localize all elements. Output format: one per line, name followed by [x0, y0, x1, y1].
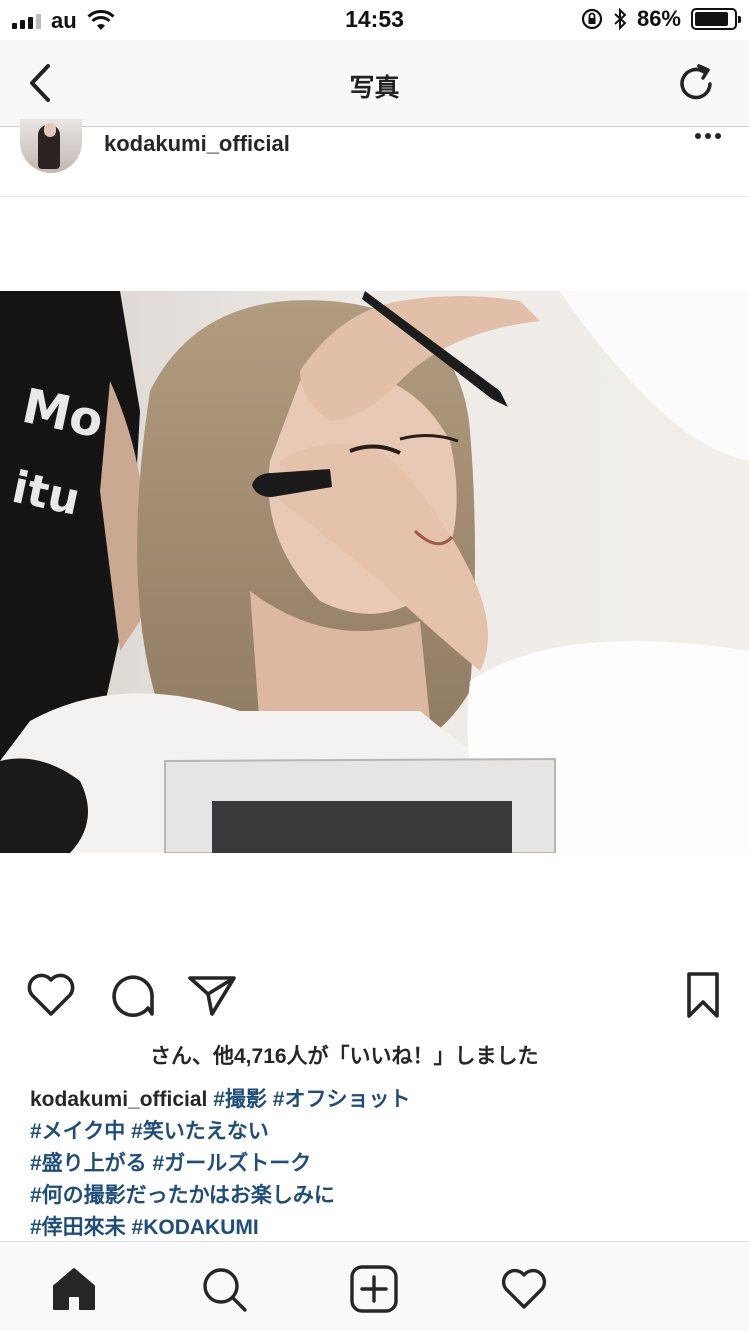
add-icon[interactable] [349, 1264, 399, 1314]
more-dots-icon[interactable] [695, 133, 721, 139]
hashtag[interactable]: #盛り上がる [30, 1152, 147, 1175]
hashtag[interactable]: #倖田來未 [30, 1216, 126, 1239]
hashtag[interactable]: #笑いたえない [131, 1120, 269, 1143]
orientation-lock-icon [581, 8, 603, 30]
hashtag[interactable]: #ガールズトーク [153, 1152, 312, 1175]
likes-count[interactable]: さん、他4,716人が「いいね！」しました [150, 1040, 539, 1070]
heart-icon[interactable] [24, 968, 78, 1022]
home-icon[interactable] [49, 1264, 99, 1314]
bluetooth-icon [614, 8, 627, 30]
caption-username[interactable]: kodakumi_official [30, 1088, 207, 1111]
avatar[interactable] [20, 119, 82, 173]
post-header: kodakumi_official [0, 119, 749, 197]
search-icon[interactable] [199, 1264, 249, 1314]
battery-icon [691, 8, 741, 30]
tab-bar [0, 1241, 749, 1331]
bookmark-icon[interactable] [676, 968, 730, 1022]
post-action-row [0, 968, 749, 1024]
photo-illustration: Mo itu [0, 291, 749, 853]
navigation-bar: 写真 [0, 40, 749, 127]
share-icon[interactable] [184, 968, 238, 1022]
activity-heart-icon[interactable] [499, 1264, 549, 1314]
hashtag[interactable]: #オフショット [273, 1088, 411, 1111]
post-caption: kodakumi_official #撮影 #オフショット #メイク中 #笑いた… [30, 1084, 720, 1244]
comment-icon[interactable] [104, 968, 158, 1022]
hashtag[interactable]: #メイク中 [30, 1120, 125, 1143]
hashtag[interactable]: #何の撮影だったかはお楽しみに [30, 1184, 335, 1207]
battery-percent: 86% [636, 6, 681, 31]
post-username[interactable]: kodakumi_official [104, 131, 290, 157]
reload-icon[interactable] [675, 60, 719, 106]
hashtag[interactable]: #撮影 [213, 1088, 267, 1111]
page-title: 写真 [349, 74, 400, 102]
post-photo[interactable]: Mo itu [0, 291, 749, 853]
hashtag[interactable]: #KODAKUMI [132, 1216, 259, 1239]
status-bar: au 14:53 86% [0, 0, 749, 40]
